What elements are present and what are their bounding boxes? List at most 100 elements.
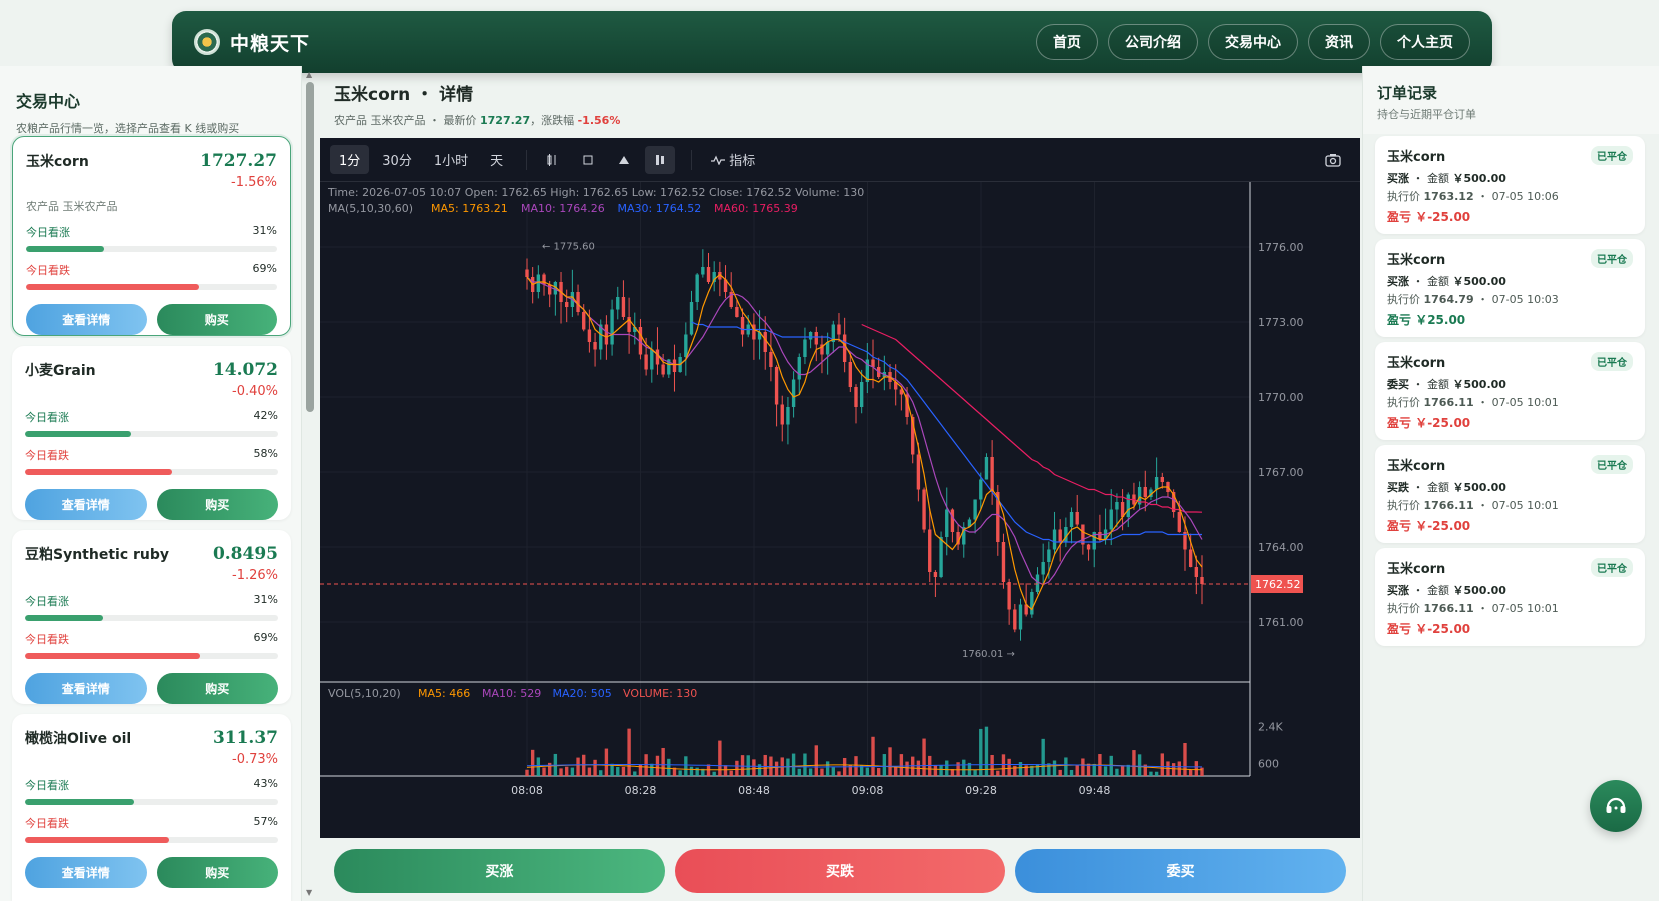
down-percent: 57% [253, 815, 278, 828]
buy-fall-button[interactable]: 买跌 [674, 849, 1006, 893]
nav-home[interactable]: 首页 [1036, 24, 1098, 60]
product-name: 玉米corn [26, 154, 89, 170]
kline-chart[interactable]: 1分 30分 1小时 天 指标 Time: 2026-07-05 10:07 O… [320, 138, 1360, 838]
x-tick-label: 09:48 [1079, 784, 1111, 797]
interval-1m[interactable]: 1分 [330, 145, 370, 174]
up-label: 今日看涨 [25, 779, 69, 792]
volume-bar [1194, 761, 1199, 776]
exec-price-label: 执行价 [1387, 396, 1420, 409]
interval-day[interactable]: 天 [481, 145, 512, 174]
volume-bar [587, 767, 592, 776]
candle-body [808, 332, 813, 340]
view-detail-button[interactable]: 查看详情 [26, 304, 147, 335]
pnl-label: 盈亏 [1387, 416, 1412, 430]
product-card[interactable]: 小麦Grain 14.072 -0.40% 今日看涨 42% 今日看跌 58% 查看… [12, 346, 291, 520]
interval-1h[interactable]: 1小时 [425, 145, 477, 174]
chart-canvas[interactable]: Time: 2026-07-05 10:07 Open: 1762.65 Hig… [320, 182, 1360, 838]
product-change: -0.73% [232, 752, 278, 767]
order-product: 玉米corn [1387, 356, 1446, 371]
volume-bar [616, 767, 620, 776]
order-time: 07-05 10:01 [1491, 602, 1559, 615]
candle-body [780, 404, 784, 425]
order-card[interactable]: 玉米corn 已平仓 买涨 ・ 金额 ￥500.00 执行价 1764.79 ・… [1375, 239, 1645, 337]
triangle-icon[interactable] [609, 146, 639, 174]
product-card[interactable]: 玉米corn 1727.27 -1.56% 农产品 玉米农产品 今日看涨 31% … [12, 136, 291, 336]
volume-bar [525, 769, 529, 776]
view-detail-button[interactable]: 查看详情 [25, 489, 147, 520]
buy-rise-button[interactable]: 买涨 [334, 849, 665, 893]
up-percent: 31% [252, 224, 277, 237]
exec-price-label: 执行价 [1387, 293, 1420, 306]
order-card[interactable]: 玉米corn 已平仓 委买 ・ 金额 ￥500.00 执行价 1766.11 ・… [1375, 342, 1645, 440]
candle-body [1018, 604, 1023, 630]
volume-bar [1200, 767, 1204, 776]
x-tick-label: 08:48 [738, 784, 770, 797]
order-card[interactable]: 玉米corn 已平仓 买涨 ・ 金额 ￥500.00 执行价 1763.12 ・… [1375, 136, 1645, 234]
buy-button[interactable]: 购买 [156, 857, 278, 888]
down-bar-fill [25, 653, 200, 659]
volume-bar [718, 740, 722, 776]
view-detail-button[interactable]: 查看详情 [25, 857, 147, 888]
square-icon[interactable] [573, 146, 603, 174]
candle-body [1001, 542, 1006, 582]
nav-profile[interactable]: 个人主页 [1380, 24, 1470, 60]
amount-label: 金额 [1427, 584, 1449, 597]
up-bar [25, 799, 278, 805]
up-label: 今日看涨 [26, 226, 70, 239]
volume-bar [729, 770, 733, 776]
volume-bar [922, 738, 926, 776]
order-card[interactable]: 玉米corn 已平仓 买涨 ・ 金额 ￥500.00 执行价 1766.11 ・… [1375, 548, 1645, 646]
exec-price: 1764.79 [1423, 293, 1474, 306]
indicator-button[interactable]: 指标 [702, 145, 764, 174]
nav-news[interactable]: 资讯 [1308, 24, 1370, 60]
candle-body [1030, 592, 1034, 615]
scroll-up-icon[interactable]: ▲ [306, 70, 312, 79]
nav-company[interactable]: 公司介绍 [1108, 24, 1198, 60]
product-card[interactable]: 橄榄油Olive oil 311.37 -0.73% 今日看涨 43% 今日看跌 5… [12, 714, 291, 901]
buy-button[interactable]: 购买 [156, 673, 278, 704]
y-tick-label: 1770.00 [1258, 391, 1304, 404]
buy-button[interactable]: 购买 [156, 304, 277, 335]
order-card[interactable]: 玉米corn 已平仓 买跌 ・ 金额 ￥500.00 执行价 1766.11 ・… [1375, 445, 1645, 543]
entrust-buy-button[interactable]: 委买 [1015, 849, 1347, 893]
nav-trading-center[interactable]: 交易中心 [1208, 24, 1298, 60]
candle-body [1075, 512, 1079, 525]
scroll-down-icon[interactable]: ▼ [306, 888, 312, 897]
candle-body [1188, 549, 1193, 567]
order-status-badge: 已平仓 [1591, 146, 1633, 165]
order-time: 07-05 10:03 [1491, 293, 1559, 306]
volume-bar [979, 728, 983, 776]
candle-body [587, 329, 592, 342]
candle-body [1143, 487, 1147, 497]
camera-icon[interactable] [1318, 146, 1348, 174]
buy-button[interactable]: 购买 [156, 489, 278, 520]
candle-type-icon[interactable] [537, 146, 567, 174]
product-card[interactable]: 豆粕Synthetic ruby 0.8495 -1.26% 今日看涨 31% 今… [12, 530, 291, 704]
volume-bar [1171, 763, 1176, 776]
product-price: 311.37 [212, 728, 278, 748]
vol-legend-item: MA10: 529 [482, 687, 541, 700]
down-label: 今日看跌 [25, 449, 69, 462]
volume-bar [667, 758, 671, 776]
volume-bar [1013, 765, 1017, 776]
brand[interactable]: 中粮天下 [194, 29, 310, 56]
volume-bar [871, 736, 875, 776]
support-button[interactable] [1590, 780, 1642, 832]
interval-30m[interactable]: 30分 [373, 145, 421, 174]
pnl-label: 盈亏 [1387, 210, 1412, 224]
top-navbar: 中粮天下 首页 公司介绍 交易中心 资讯 个人主页 [172, 11, 1492, 73]
order-side: 买涨 [1387, 275, 1409, 288]
bar-type-icon[interactable] [645, 145, 676, 174]
candle-body [1160, 477, 1164, 482]
candle-body [791, 379, 796, 407]
volume-bar [1047, 763, 1051, 776]
order-pnl: 盈亏 ￥-25.00 [1387, 517, 1633, 534]
candle-body [1154, 477, 1159, 490]
volume-bar [661, 747, 665, 776]
volume-bar [593, 759, 597, 776]
candle-body [922, 489, 926, 530]
product-change: -1.26% [232, 568, 278, 583]
subtitle-mid: ，涨跌幅 [530, 114, 575, 127]
view-detail-button[interactable]: 查看详情 [25, 673, 147, 704]
sidebar-scrollbar[interactable] [306, 82, 314, 412]
